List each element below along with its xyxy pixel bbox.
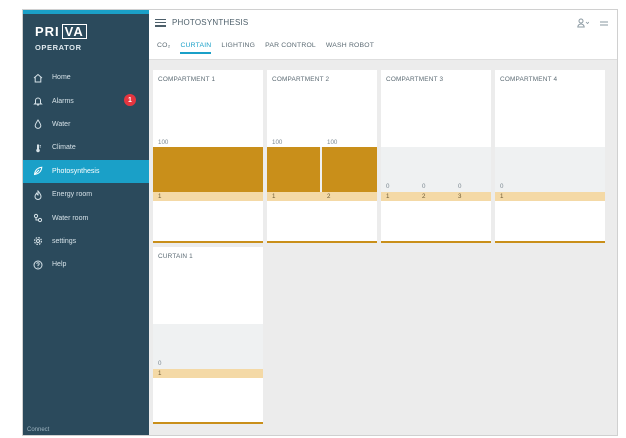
card-title: COMPARTMENT 4: [500, 76, 558, 83]
sidebar-item-label: Home: [52, 74, 71, 82]
curtain-position-value: 0: [386, 183, 390, 190]
tab-bar: CO₂ CURTAIN LIGHTING PAR CONTROL WASH RO…: [157, 42, 374, 54]
curtain-number: 1: [272, 193, 276, 200]
sidebar-item-label: Water room: [52, 214, 89, 222]
compartment-card-4[interactable]: COMPARTMENT 4 0 1: [495, 70, 605, 243]
curtain-number: 2: [327, 193, 331, 200]
sidebar-item-label: Help: [52, 261, 67, 269]
more-icon[interactable]: [599, 18, 609, 30]
logo-text-left: PRI: [35, 24, 60, 39]
card-bottom-accent: [495, 241, 605, 243]
card-title: COMPARTMENT 3: [386, 76, 444, 83]
tab-par-control[interactable]: PAR CONTROL: [265, 42, 316, 53]
curtain-number-strip: 1: [495, 192, 605, 201]
sidebar-item-energy-room[interactable]: Energy room: [23, 183, 149, 206]
thermometer-icon: [33, 143, 43, 153]
sidebar-item-home[interactable]: Home: [23, 66, 149, 89]
hamburger-menu-icon[interactable]: [155, 18, 166, 27]
connection-status: Connect: [27, 427, 50, 433]
curtain-position-value: 100: [272, 139, 283, 146]
curtain-number: 3: [458, 193, 462, 200]
brand: PRI VA OPERATOR: [23, 14, 149, 60]
sidebar-item-label: Alarms: [52, 97, 74, 105]
curtain-card-1[interactable]: CURTAIN 1 0 1: [153, 247, 263, 424]
logo-text-right: VA: [61, 24, 87, 39]
gear-icon: [33, 236, 43, 246]
pipes-icon: [33, 213, 43, 223]
flame-icon: [33, 189, 43, 200]
alarm-count-badge: 1: [124, 94, 136, 107]
header-actions: [577, 18, 609, 30]
sidebar-item-climate[interactable]: Climate: [23, 136, 149, 159]
card-title: COMPARTMENT 1: [158, 76, 216, 83]
sidebar-item-settings[interactable]: settings: [23, 230, 149, 253]
curtain-position-value: 0: [458, 183, 462, 190]
sidebar-item-help[interactable]: Help: [23, 253, 149, 276]
card-bottom-accent: [381, 241, 491, 243]
sidebar-item-water-room[interactable]: Water room: [23, 206, 149, 229]
sidebar-item-photosynthesis[interactable]: Photosynthesis: [23, 159, 149, 183]
card-bottom-accent: [153, 422, 263, 424]
home-icon: [33, 73, 43, 83]
app-window: PRI VA OPERATOR Home Alarms 1 Water Clim…: [22, 9, 618, 436]
curtain-number: 2: [422, 193, 426, 200]
sidebar-item-label: Climate: [52, 144, 76, 152]
compartment-card-2[interactable]: COMPARTMENT 2 100 100 1 2: [267, 70, 377, 243]
user-icon[interactable]: [577, 18, 590, 30]
header: PHOTOSYNTHESIS CO₂ CURTAIN LIGHTING PAR …: [149, 10, 617, 60]
curtain-number-strip: 1: [153, 192, 263, 201]
title-row: PHOTOSYNTHESIS: [155, 18, 248, 27]
sidebar-item-label: settings: [52, 237, 77, 245]
curtain-position-value: 100: [158, 139, 169, 146]
page-title: PHOTOSYNTHESIS: [172, 18, 249, 27]
sidebar-item-alarms[interactable]: Alarms 1: [23, 89, 149, 112]
sidebar-item-label: Water: [52, 120, 71, 128]
curtain-number: 1: [158, 370, 162, 377]
curtain-number-strip: 1: [153, 369, 263, 378]
curtain-number: 1: [386, 193, 390, 200]
priva-logo: PRI VA: [35, 24, 149, 39]
help-icon: [33, 260, 43, 270]
card-bottom-accent: [153, 241, 263, 243]
curtain-position-value: 100: [327, 139, 338, 146]
sidebar-item-water[interactable]: Water: [23, 113, 149, 136]
bell-icon: [33, 96, 43, 106]
card-title: COMPARTMENT 2: [272, 76, 330, 83]
curtain-position-value: 0: [422, 183, 426, 190]
curtain-fill: [267, 147, 320, 192]
curtain-number-strip: 1 2: [267, 192, 377, 201]
tab-lighting[interactable]: LIGHTING: [221, 42, 255, 53]
compartment-card-3[interactable]: COMPARTMENT 3 0 0 0 1 2 3: [381, 70, 491, 243]
sidebar: PRI VA OPERATOR Home Alarms 1 Water Clim…: [23, 10, 149, 435]
curtain-position-value: 0: [158, 360, 162, 367]
curtain-number: 1: [158, 193, 162, 200]
card-bottom-accent: [267, 241, 377, 243]
leaf-icon: [33, 166, 43, 176]
operator-label: OPERATOR: [35, 43, 82, 52]
sidebar-item-label: Energy room: [52, 191, 93, 199]
curtain-fill: [153, 147, 263, 192]
tab-curtain[interactable]: CURTAIN: [180, 42, 212, 54]
curtain-number-strip: 1 2 3: [381, 192, 491, 201]
tab-co2[interactable]: CO₂: [157, 42, 170, 53]
curtain-fill: [322, 147, 377, 192]
curtain-number: 1: [500, 193, 504, 200]
water-drop-icon: [33, 119, 43, 130]
compartment-card-1[interactable]: COMPARTMENT 1 100 1: [153, 70, 263, 243]
tab-wash-robot[interactable]: WASH ROBOT: [326, 42, 374, 53]
sidebar-nav: Home Alarms 1 Water Climate Photosynthes…: [23, 66, 149, 277]
curtain-position-value: 0: [500, 183, 504, 190]
sidebar-item-label: Photosynthesis: [52, 167, 100, 175]
card-title: CURTAIN 1: [158, 253, 193, 260]
